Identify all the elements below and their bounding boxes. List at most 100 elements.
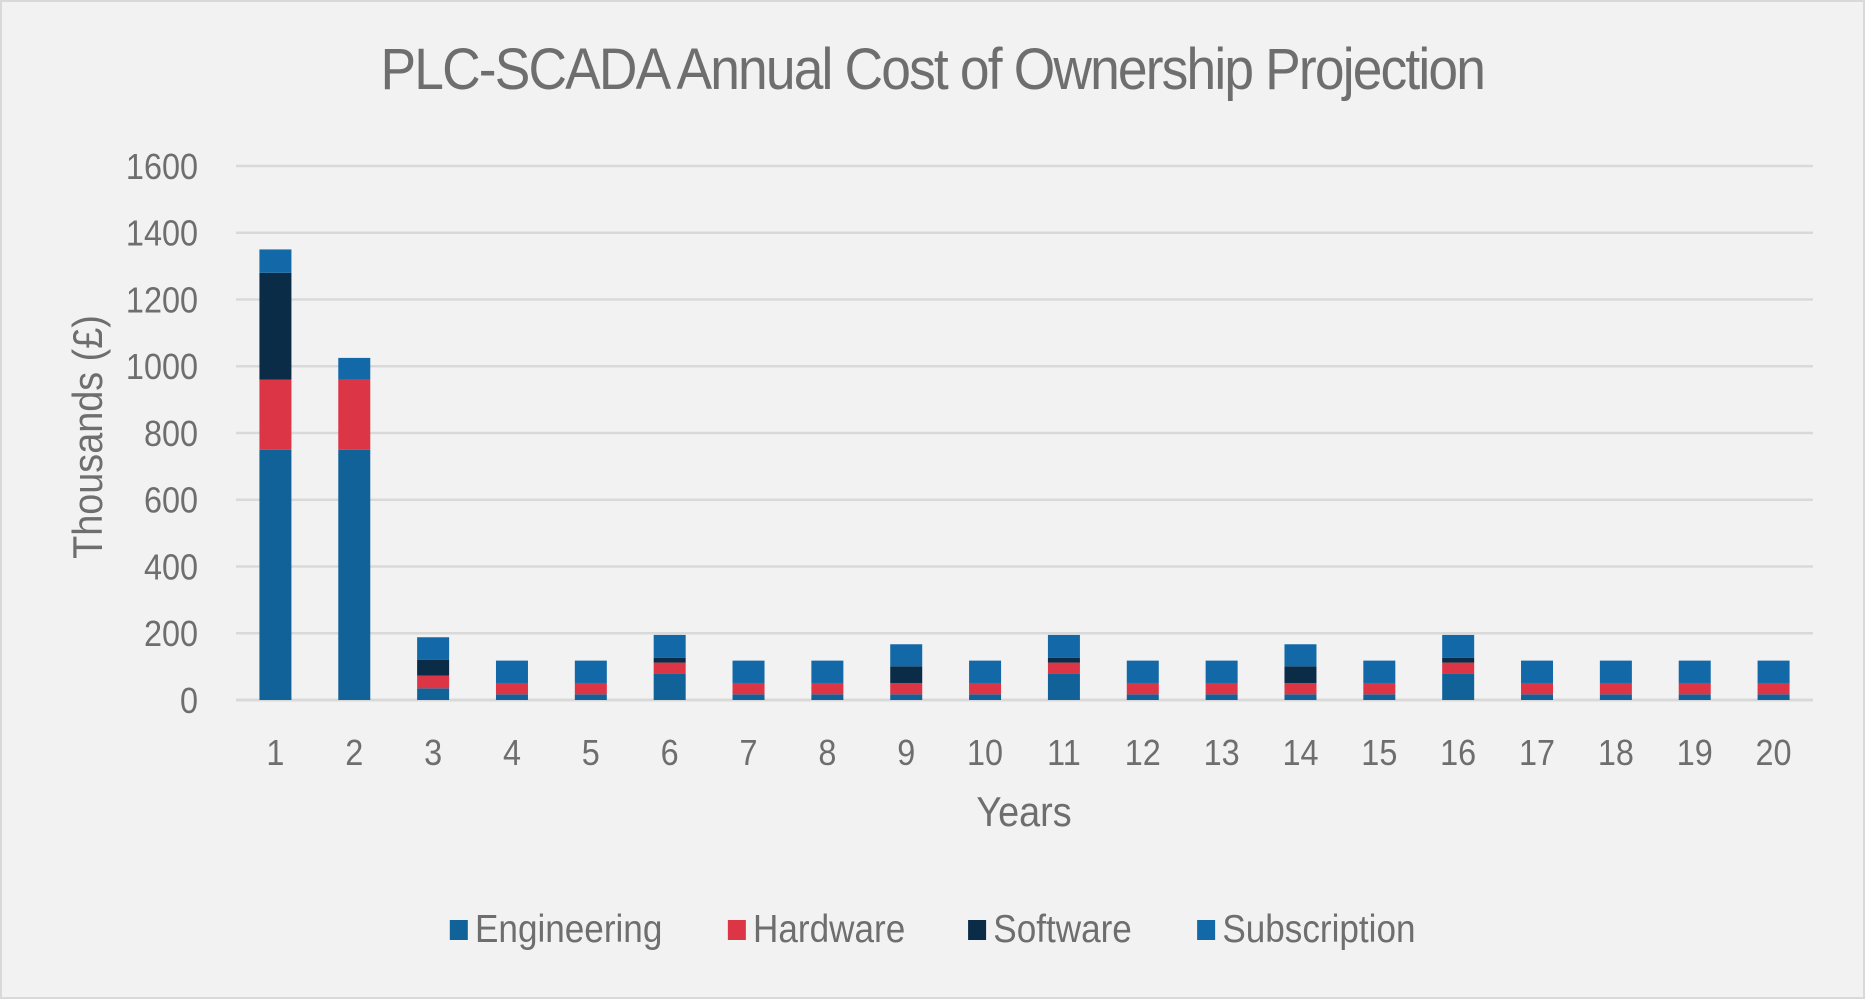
bar-engineering-year-1 (259, 449, 292, 700)
legend-label: Hardware (752, 908, 906, 951)
bar-hardware-year-5 (574, 682, 607, 695)
legend-item-engineering: Engineering (449, 908, 662, 952)
bar-engineering-year-16 (1442, 673, 1475, 700)
bar-engineering-year-13 (1205, 694, 1238, 700)
x-tick-label: 13 (1204, 733, 1240, 773)
bar-subscription-year-11 (1047, 634, 1080, 658)
x-tick-label: 6 (661, 733, 679, 773)
bar-hardware-year-11 (1047, 662, 1080, 674)
bar-subscription-year-18 (1599, 660, 1632, 683)
bar-subscription-year-3 (417, 637, 450, 660)
bar-engineering-year-15 (1363, 694, 1396, 700)
bar-software-year-14 (1284, 666, 1317, 683)
bar-engineering-year-3 (417, 688, 450, 700)
bar-hardware-year-4 (495, 682, 528, 695)
bar-software-year-6 (653, 657, 686, 663)
y-tick-label: 1600 (126, 147, 198, 187)
y-tick-label: 1200 (126, 281, 198, 321)
bar-subscription-year-19 (1678, 660, 1711, 683)
bar-hardware-year-12 (1126, 682, 1159, 695)
x-tick-label: 2 (345, 733, 363, 773)
bar-engineering-year-9 (890, 694, 923, 700)
bar-subscription-year-1 (259, 249, 292, 273)
x-tick-label: 8 (818, 733, 836, 773)
bar-hardware-year-17 (1521, 682, 1554, 695)
bar-engineering-year-14 (1284, 694, 1317, 700)
bar-engineering-year-19 (1678, 694, 1711, 700)
y-tick-labels: 0 200 400 600 800 1000 1200 1400 1600 (126, 147, 198, 721)
y-tick-label: 1400 (126, 214, 198, 254)
bar-software-year-9 (890, 666, 923, 683)
bar-hardware-year-7 (732, 682, 765, 695)
plot-area: 02004006008001000120014001600 1234567891… (126, 147, 1813, 773)
legend-item-subscription: Subscription (1196, 908, 1416, 952)
bar-hardware-year-1 (259, 379, 292, 450)
bar-hardware-year-9 (890, 682, 923, 695)
x-tick-label: 5 (582, 733, 600, 773)
legend-item-hardware: Hardware (727, 908, 906, 952)
bar-hardware-year-2 (338, 379, 371, 450)
bar-software-year-11 (1047, 657, 1080, 663)
bar-software-year-16 (1442, 657, 1475, 663)
x-tick-label: 17 (1519, 733, 1555, 773)
legend-label: Subscription (1222, 908, 1416, 951)
bar-software-year-1 (259, 272, 292, 380)
x-tick-label: 18 (1598, 733, 1634, 773)
x-tick-label: 12 (1125, 733, 1161, 773)
bar-engineering-year-17 (1521, 694, 1554, 700)
legend: Engineering Hardware Software Subscription (0, 908, 1865, 952)
legend-label: Software (993, 908, 1132, 951)
x-tick-label: 19 (1677, 733, 1713, 773)
x-tick-label: 14 (1282, 733, 1318, 773)
y-tick-label: 800 (144, 414, 198, 454)
legend-swatch (1196, 920, 1215, 940)
bar-engineering-year-8 (811, 694, 844, 700)
x-tick-label: 4 (503, 733, 521, 773)
y-tick-label: 400 (144, 548, 198, 588)
y-tick-label: 1000 (126, 348, 198, 388)
bar-hardware-year-15 (1363, 682, 1396, 695)
x-tick-label: 11 (1047, 733, 1081, 773)
x-tick-label: 9 (897, 733, 915, 773)
bar-engineering-year-18 (1599, 694, 1632, 700)
bar-subscription-year-9 (890, 644, 923, 667)
bar-engineering-year-20 (1757, 694, 1790, 700)
bar-subscription-year-10 (969, 660, 1002, 683)
x-tick-label: 3 (424, 733, 442, 773)
legend-swatch (967, 920, 986, 940)
y-tick-label: 0 (180, 681, 198, 721)
bar-subscription-year-13 (1205, 660, 1238, 683)
bar-engineering-year-10 (969, 694, 1002, 700)
bar-hardware-year-6 (653, 662, 686, 674)
bar-subscription-year-5 (574, 660, 607, 683)
bar-subscription-year-15 (1363, 660, 1396, 683)
bar-hardware-year-3 (417, 675, 450, 689)
bar-subscription-year-16 (1442, 634, 1475, 658)
legend-swatch (727, 920, 746, 940)
bar-subscription-year-14 (1284, 644, 1317, 667)
x-tick-label: 10 (967, 733, 1003, 773)
bar-subscription-year-17 (1521, 660, 1554, 683)
bar-subscription-year-6 (653, 634, 686, 658)
bar-hardware-year-8 (811, 682, 844, 695)
x-tick-labels: 1 2 3 4 5 6 7 8 9 10 11 12 13 14 15 16 17 18 19 20 (266, 733, 1791, 773)
legend-swatch (449, 920, 468, 940)
bar-hardware-year-10 (969, 682, 1002, 695)
bar-hardware-year-18 (1599, 682, 1632, 695)
gridlines (236, 164, 1813, 702)
x-tick-label: 15 (1361, 733, 1397, 773)
bar-engineering-year-12 (1126, 694, 1159, 700)
bar-engineering-year-4 (495, 694, 528, 700)
bar-subscription-year-2 (338, 357, 371, 380)
bar-hardware-year-13 (1205, 682, 1238, 695)
bar-hardware-year-14 (1284, 682, 1317, 695)
x-tick-label: 7 (740, 733, 758, 773)
bar-engineering-year-11 (1047, 673, 1080, 700)
x-tick-label: 20 (1756, 733, 1792, 773)
bar-subscription-year-12 (1126, 660, 1159, 683)
y-tick-label: 200 (144, 615, 198, 655)
bar-hardware-year-20 (1757, 682, 1790, 695)
x-tick-label: 1 (266, 733, 284, 773)
bar-subscription-year-4 (495, 660, 528, 683)
bar-software-year-3 (417, 659, 450, 676)
